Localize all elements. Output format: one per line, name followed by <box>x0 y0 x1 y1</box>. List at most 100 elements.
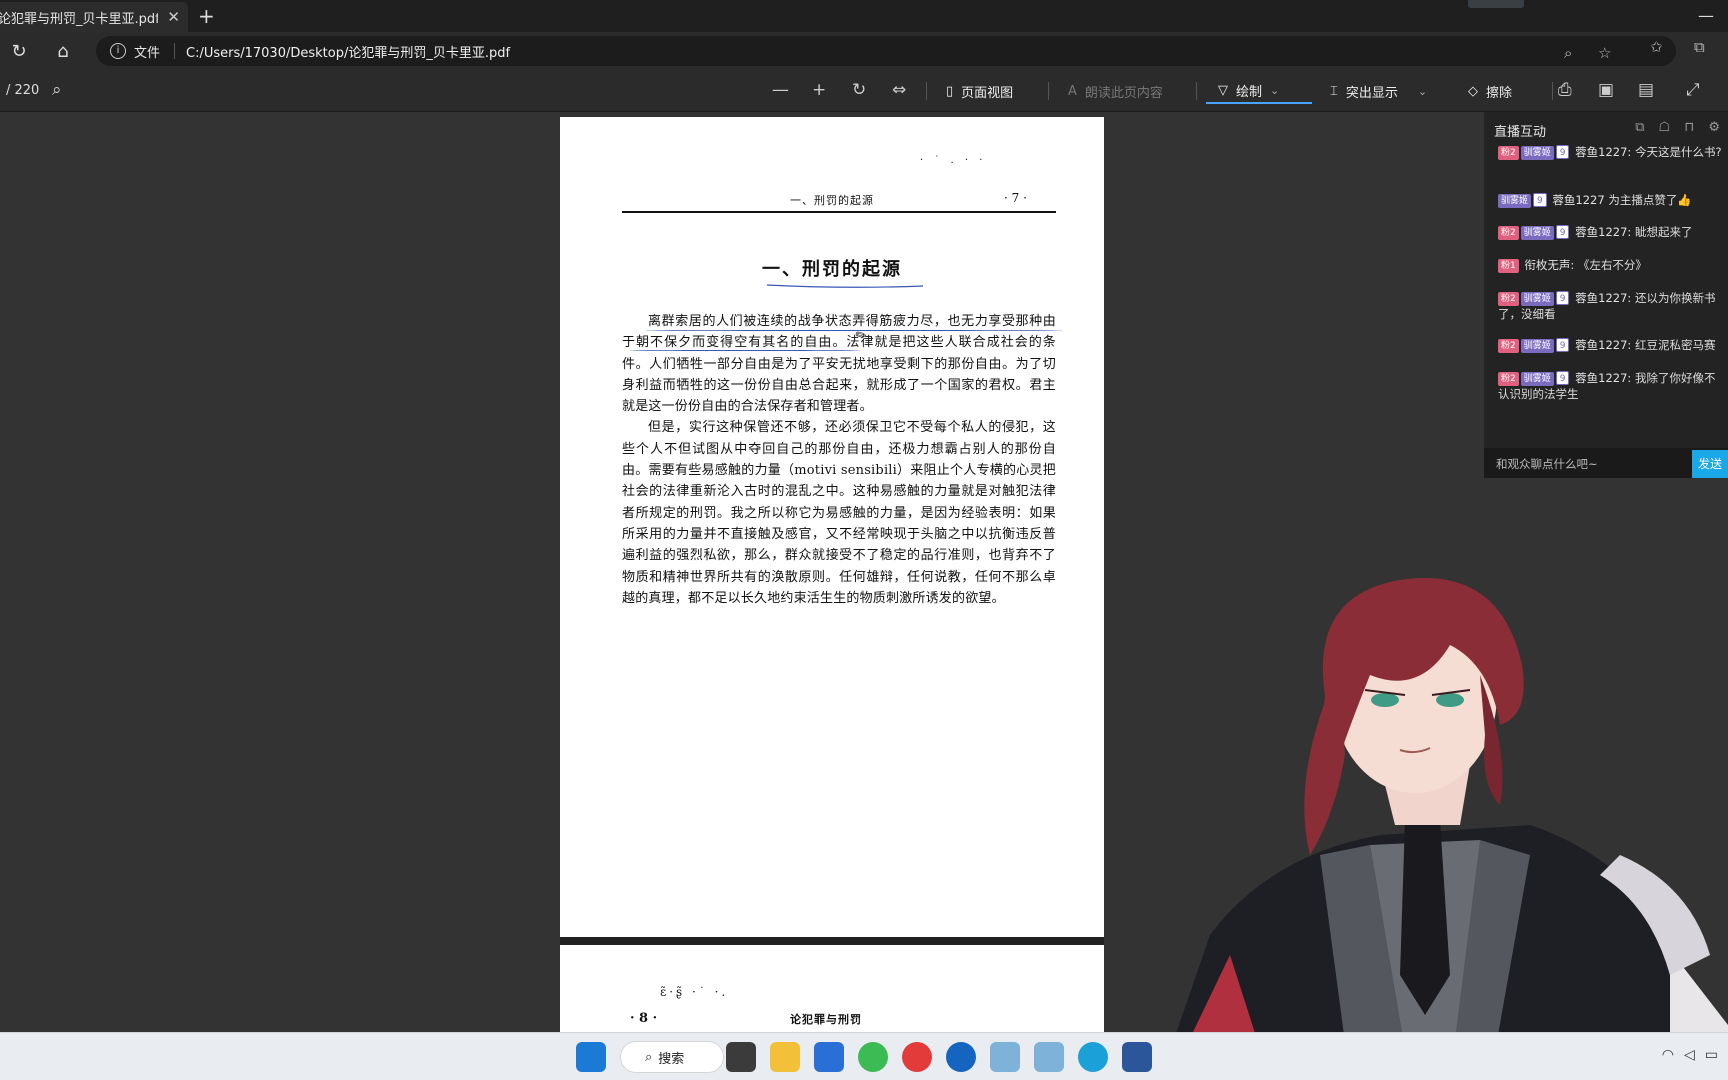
header-rule <box>622 211 1056 213</box>
store-icon[interactable] <box>814 1042 844 1072</box>
app-icon[interactable] <box>1034 1042 1064 1072</box>
fullscreen-icon[interactable]: ⤢ <box>1686 80 1700 100</box>
search-icon: ⌕ <box>645 1049 653 1065</box>
pdf-page: · ˙ . · · 一、刑罚的起源 · 7 · 一、刑罚的起源 ✎ 离群索居的人… <box>560 117 1104 937</box>
chat-username[interactable]: 蓉鱼1227: <box>1575 225 1631 239</box>
browser-title-bar: 论犯罪与刑罚_贝卡里亚.pdf ✕ + — <box>0 0 1728 32</box>
fan-badge: 粉2 <box>1498 292 1519 306</box>
chat-username[interactable]: 蓉鱼1227 <box>1552 193 1604 207</box>
level-badge: 9 <box>1555 225 1570 239</box>
chat-text: 红豆泥私密马赛 <box>1634 338 1716 352</box>
save-icon[interactable]: ▣ <box>1598 80 1614 100</box>
address-bar: ↻ ⌂ i 文件 C:/Users/17030/Desktop/论犯罪与刑罚_贝… <box>0 32 1728 70</box>
refresh-icon[interactable]: ↻ <box>8 41 30 63</box>
search-icon[interactable]: ⌕ <box>52 80 62 100</box>
medal-badge: 驯雾姬 <box>1520 372 1554 386</box>
chat-username[interactable]: 蓉鱼1227: <box>1575 371 1631 385</box>
level-badge: 9 <box>1533 193 1547 207</box>
tab-title: 论犯罪与刑罚_贝卡里亚.pdf <box>0 11 158 27</box>
chat-text: 眦想起来了 <box>1634 225 1693 239</box>
zoom-icon[interactable]: ⌕ <box>1564 44 1572 62</box>
chat-message: 驯雾姬 9 蓉鱼1227 为主播点赞了👍 <box>1498 192 1724 208</box>
app-icon[interactable] <box>946 1042 976 1072</box>
chat-text: 为主播点赞了👍 <box>1608 193 1692 207</box>
system-tray[interactable]: ◠ ◁ ▭ <box>1662 1047 1718 1063</box>
file-explorer-icon[interactable] <box>770 1042 800 1072</box>
zoom-out-icon[interactable]: — <box>772 80 789 100</box>
pdf-toolbar: / 220 ⌕ — + ↻ ⇔ ▯ 页面视图 A 朗读此页内容 ▽ 绘制 ⌄ ⌶… <box>0 70 1728 112</box>
url-text[interactable]: C:/Users/17030/Desktop/论犯罪与刑罚_贝卡里亚.pdf <box>186 42 510 61</box>
highlight-button[interactable]: ⌶ 突出显示 ⌄ <box>1330 78 1427 104</box>
taskbar-search[interactable]: ⌕ 搜索 <box>620 1041 724 1073</box>
page-view-button[interactable]: ▯ 页面视图 <box>946 78 1013 104</box>
fan-badge: 粉2 <box>1498 339 1519 353</box>
draw-label: 绘制 <box>1236 84 1263 100</box>
level-badge: 9 <box>1555 291 1570 305</box>
chat-text: 今天这是什么书? <box>1634 145 1722 159</box>
chat-username[interactable]: 蓉鱼1227: <box>1575 145 1631 159</box>
eraser-icon: ◇ <box>1468 83 1478 99</box>
settings-gear-icon[interactable]: ⚙ <box>1708 120 1720 135</box>
read-aloud-icon: A <box>1068 83 1077 99</box>
chat-text: 《左右不分》 <box>1577 258 1647 272</box>
fan-badge: 粉1 <box>1498 259 1519 273</box>
close-tab-icon[interactable]: ✕ <box>167 8 180 26</box>
rotate-icon[interactable]: ↻ <box>852 80 866 100</box>
save-as-icon[interactable]: ▤ <box>1638 80 1654 100</box>
pdf-page: ɛ̃·ʂ̃ ·˙ ·. · 8 · 论犯罪与刑罚 <box>560 945 1104 1045</box>
netease-music-icon[interactable] <box>902 1042 932 1072</box>
app-icon[interactable] <box>990 1042 1020 1072</box>
fan-badge: 粉2 <box>1498 226 1519 240</box>
send-button[interactable]: 发送 <box>1692 450 1728 478</box>
chat-header-icons: ⧉ ☖ ⊓ ⚙ <box>1635 120 1720 135</box>
erase-button[interactable]: ◇ 擦除 <box>1468 78 1512 104</box>
chat-username[interactable]: 衔枚无声: <box>1524 258 1574 272</box>
chrome-icon[interactable] <box>858 1042 888 1072</box>
chat-input-placeholder: 和观众聊点什么吧~ <box>1496 457 1598 471</box>
running-head: 一、刑罚的起源 <box>790 194 874 207</box>
new-tab-button[interactable]: + <box>198 4 215 28</box>
zoom-in-icon[interactable]: + <box>812 80 826 100</box>
draw-button[interactable]: ▽ 绘制 ⌄ <box>1206 78 1312 104</box>
word-icon[interactable] <box>1122 1042 1152 1072</box>
browser-tab[interactable]: 论犯罪与刑罚_贝卡里亚.pdf ✕ <box>0 2 188 32</box>
popout-icon[interactable]: ⧉ <box>1635 120 1644 135</box>
page-number: · 8 · <box>630 1011 658 1026</box>
chat-message: 粉2 驯雾姬 9 蓉鱼1227: 今天这是什么书? <box>1498 144 1724 160</box>
taskbar-search-label: 搜索 <box>658 1051 685 1067</box>
chat-username[interactable]: 蓉鱼1227: <box>1575 291 1631 305</box>
chat-message: 粉1 衔枚无声: 《左右不分》 <box>1498 257 1724 273</box>
minimize-icon[interactable]: — <box>1698 6 1714 25</box>
collections-icon[interactable]: ⧉ <box>1694 38 1705 56</box>
task-view-icon[interactable] <box>726 1042 756 1072</box>
draw-pen-icon: ▽ <box>1218 82 1228 98</box>
favorite-add-icon[interactable]: ☆ <box>1598 44 1611 62</box>
top-indicator <box>1468 0 1524 8</box>
wifi-icon[interactable]: ◠ <box>1662 1047 1674 1063</box>
chat-input[interactable]: 和观众聊点什么吧~ 发送 <box>1484 448 1728 478</box>
home-icon[interactable]: ⌂ <box>52 41 74 63</box>
fit-page-icon[interactable]: ⇔ <box>892 80 906 100</box>
battery-icon[interactable]: ▭ <box>1705 1047 1718 1063</box>
highlight-label: 突出显示 <box>1345 85 1398 101</box>
toolbar-divider <box>1552 82 1553 100</box>
scan-marks: · ˙ . · · <box>920 155 987 166</box>
lock-icon[interactable]: ⊓ <box>1684 120 1694 135</box>
chevron-down-icon[interactable]: ⌄ <box>1418 85 1427 98</box>
read-aloud-button[interactable]: A 朗读此页内容 <box>1068 78 1163 104</box>
chevron-down-icon[interactable]: ⌄ <box>1270 84 1279 97</box>
edge-icon[interactable] <box>1078 1042 1108 1072</box>
filter-icon[interactable]: ☖ <box>1659 120 1671 135</box>
chat-message: 粉2 驯雾姬 9 蓉鱼1227: 红豆泥私密马赛 <box>1498 337 1724 353</box>
fan-badge: 粉2 <box>1498 146 1519 160</box>
favorites-icon[interactable]: ✩ <box>1650 38 1663 56</box>
body-text: 离群索居的人们被连续的战争状态弄得筋疲力尽，也无力享受那种由于朝不保夕而变得空有… <box>622 311 1056 609</box>
volume-icon[interactable]: ◁ <box>1684 1047 1695 1063</box>
chat-username[interactable]: 蓉鱼1227: <box>1575 338 1631 352</box>
toolbar-divider <box>926 82 927 100</box>
url-field[interactable]: i 文件 C:/Users/17030/Desktop/论犯罪与刑罚_贝卡里亚.… <box>96 36 1676 66</box>
info-icon[interactable]: i <box>110 43 126 59</box>
print-icon[interactable]: ⎙ <box>1558 80 1572 100</box>
start-menu-icon[interactable] <box>576 1042 606 1072</box>
fan-badge: 粉2 <box>1498 372 1519 386</box>
